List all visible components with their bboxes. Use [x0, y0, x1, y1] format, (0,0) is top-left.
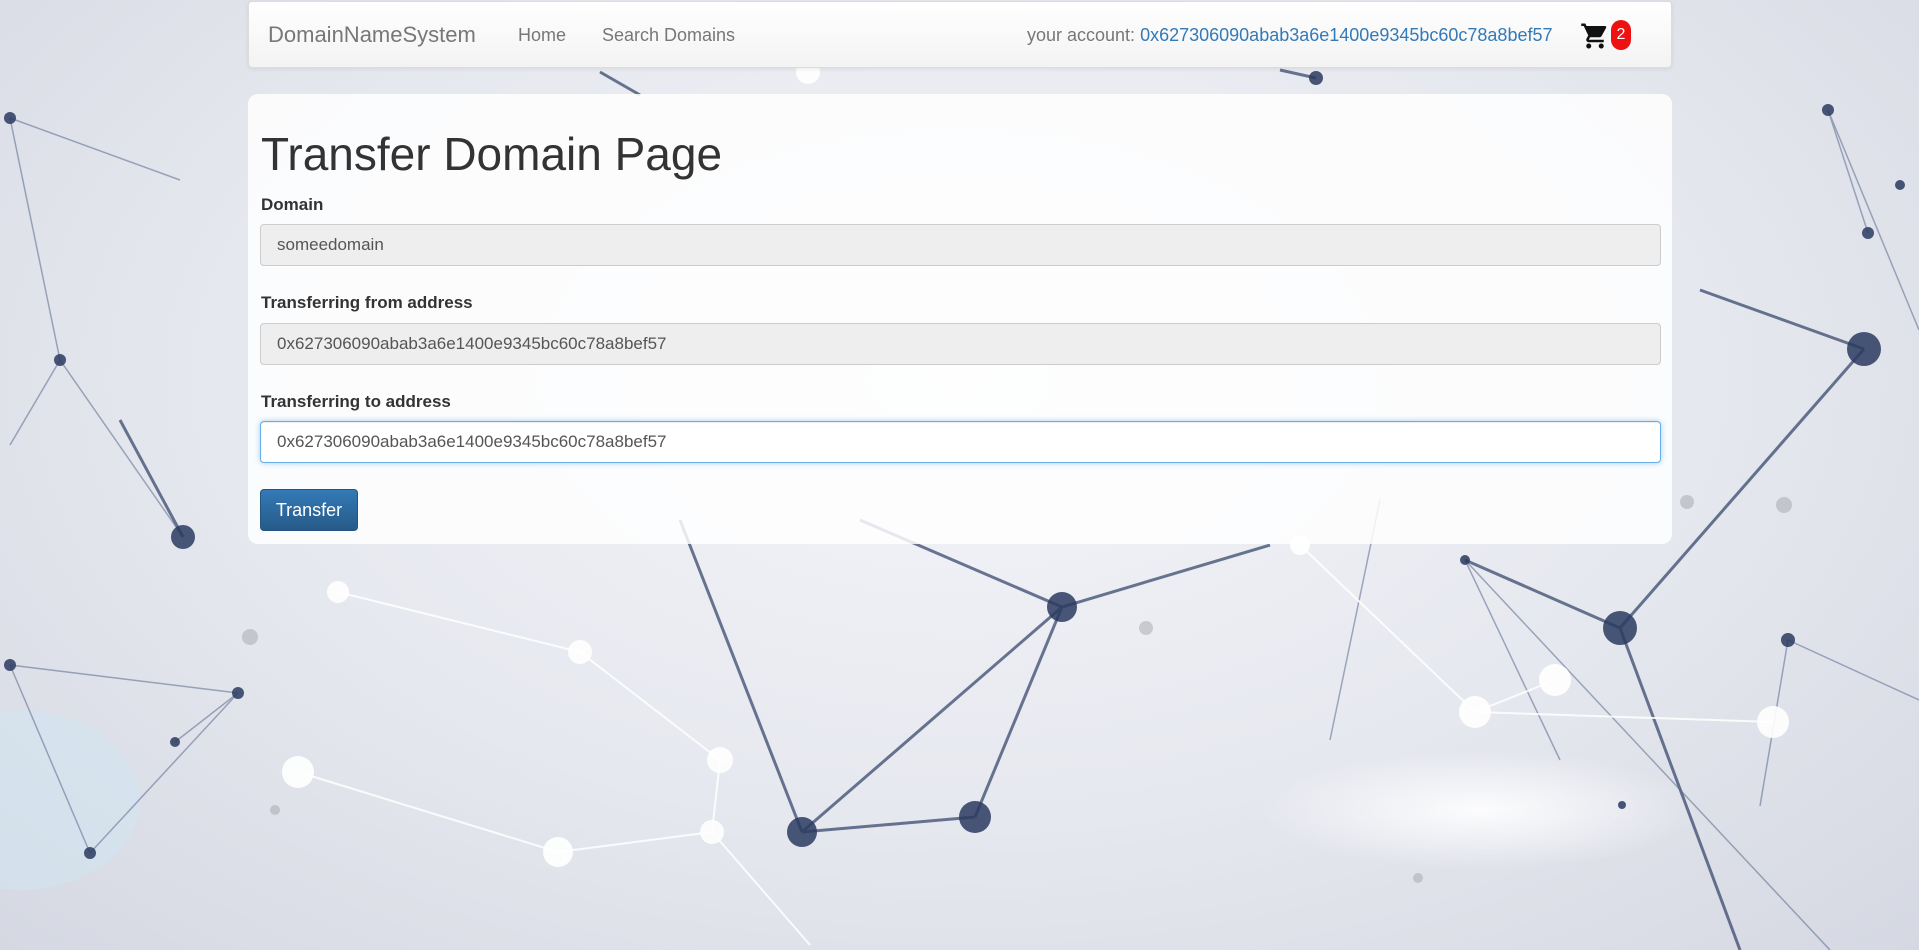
domain-input[interactable] — [260, 224, 1661, 266]
cart-button[interactable]: 2 — [1579, 18, 1631, 54]
transfer-domain-panel: Transfer Domain Page Domain Transferring… — [248, 94, 1672, 544]
account-address-link[interactable]: 0x627306090abab3a6e1400e9345bc60c78a8bef… — [1140, 25, 1552, 45]
domain-label: Domain — [261, 195, 324, 214]
page-title: Transfer Domain Page — [261, 128, 723, 180]
from-address-label: Transferring from address — [261, 293, 473, 312]
brand-link[interactable]: DomainNameSystem — [268, 22, 476, 48]
account-label: your account: — [1027, 25, 1136, 45]
from-address-input[interactable] — [260, 323, 1661, 365]
shopping-cart-icon — [1581, 23, 1607, 49]
cart-count-badge: 2 — [1611, 20, 1631, 50]
nav-home-link[interactable]: Home — [518, 25, 566, 46]
nav-search-domains-link[interactable]: Search Domains — [602, 25, 735, 46]
top-navbar: DomainNameSystem Home Search Domains you… — [248, 1, 1672, 68]
to-address-label: Transferring to address — [261, 392, 451, 411]
transfer-button[interactable]: Transfer — [260, 489, 358, 531]
to-address-input[interactable] — [260, 421, 1661, 463]
account-info: your account: 0x627306090abab3a6e1400e93… — [1027, 25, 1553, 46]
